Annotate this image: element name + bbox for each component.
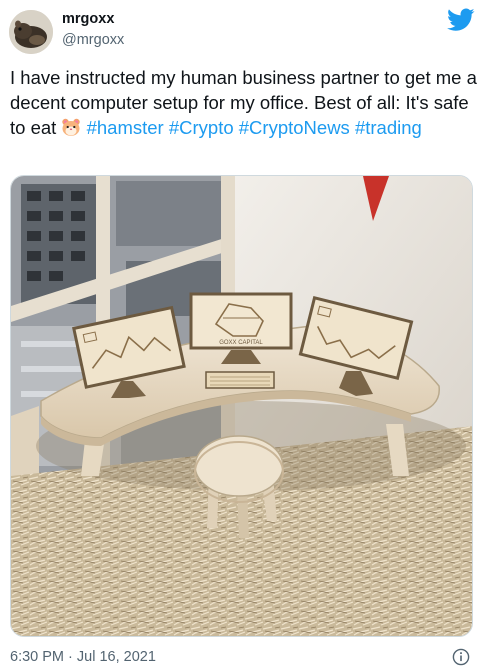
tweet-card: mrgoxx @mrgoxx I have instructed my huma… <box>0 0 487 668</box>
hashtag-cryptonews[interactable]: #CryptoNews <box>239 117 350 138</box>
hashtag-trading[interactable]: #trading <box>355 117 422 138</box>
hashtag-hamster[interactable]: #hamster <box>87 117 164 138</box>
desk-setup-photo: GOXX CAPITAL <box>11 176 472 636</box>
tweet-photo[interactable]: GOXX CAPITAL <box>10 175 473 637</box>
monitor-label: GOXX CAPITAL <box>219 340 263 346</box>
hamster-face-emoji-icon <box>62 118 81 136</box>
user-handle[interactable]: @mrgoxx <box>62 32 124 48</box>
info-icon[interactable] <box>452 648 470 666</box>
hashtag-crypto[interactable]: #Crypto <box>169 117 234 138</box>
tweet-timestamp[interactable]: 6:30 PM · Jul 16, 2021 <box>10 649 156 665</box>
display-name[interactable]: mrgoxx <box>62 11 114 27</box>
avatar[interactable] <box>9 10 53 54</box>
twitter-bird-icon[interactable] <box>447 8 475 32</box>
tweet-text: I have instructed my human business part… <box>10 65 480 140</box>
hamster-avatar-icon <box>9 10 53 54</box>
